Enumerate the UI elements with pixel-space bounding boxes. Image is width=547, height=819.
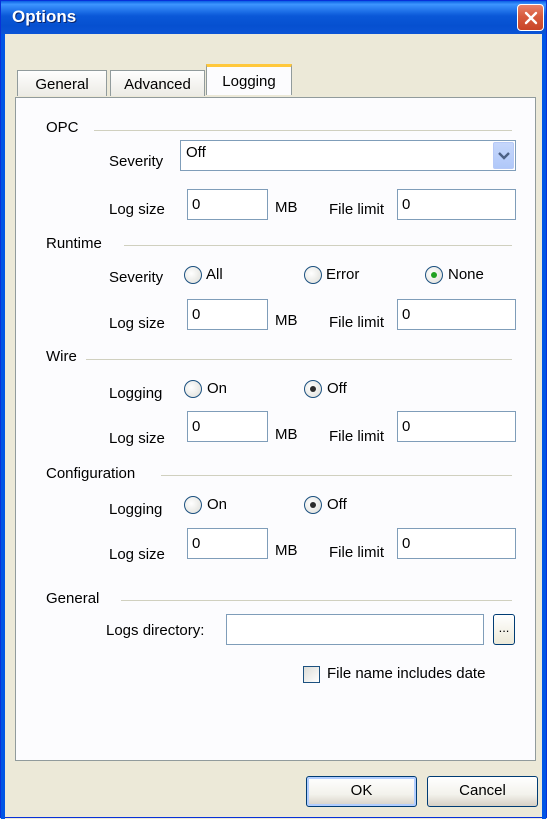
wire-logging-off-label[interactable]: Off [327, 380, 347, 397]
configuration-log-size-label: Log size [109, 546, 165, 563]
opc-severity-dropdown[interactable]: Off [180, 140, 516, 171]
file-name-date-checkbox[interactable] [303, 666, 320, 683]
tab-advanced-label: Advanced [124, 76, 191, 93]
wire-file-limit-label: File limit [329, 428, 384, 445]
wire-logging-label: Logging [109, 385, 163, 402]
section-opc-label: OPC [46, 119, 79, 136]
window-frame-right [542, 34, 546, 819]
runtime-severity-none-label[interactable]: None [448, 266, 484, 283]
opc-log-size-label: Log size [109, 201, 165, 218]
wire-logging-off-radio[interactable] [304, 380, 322, 398]
runtime-log-size-input[interactable] [187, 299, 268, 330]
wire-log-size-input[interactable] [187, 411, 268, 442]
runtime-log-size-unit: MB [275, 312, 298, 329]
chevron-down-icon[interactable] [493, 142, 514, 169]
configuration-log-size-input[interactable] [187, 528, 268, 559]
file-name-date-label[interactable]: File name includes date [327, 665, 485, 682]
section-configuration-divider [161, 475, 512, 476]
opc-log-size-input[interactable] [187, 189, 268, 220]
section-wire-divider [86, 359, 512, 360]
configuration-logging-on-label[interactable]: On [207, 496, 227, 513]
wire-log-size-label: Log size [109, 430, 165, 447]
title-bar[interactable]: Options [1, 1, 546, 34]
section-general-divider [121, 600, 512, 601]
window-frame-left [1, 34, 5, 819]
close-button[interactable] [517, 4, 544, 31]
wire-log-size-unit: MB [275, 426, 298, 443]
opc-file-limit-input[interactable] [397, 189, 516, 220]
configuration-logging-label: Logging [109, 501, 163, 518]
window-title: Options [12, 7, 77, 26]
runtime-severity-none-radio[interactable] [425, 266, 443, 284]
opc-severity-label: Severity [109, 153, 164, 170]
tab-logging-label: Logging [222, 73, 276, 90]
tab-general-label: General [35, 76, 89, 93]
section-runtime-label: Runtime [46, 235, 102, 252]
opc-log-size-unit: MB [275, 199, 298, 216]
runtime-severity-label: Severity [109, 269, 164, 286]
configuration-log-size-unit: MB [275, 542, 298, 559]
configuration-logging-off-radio[interactable] [304, 496, 322, 514]
cancel-button[interactable]: Cancel [427, 776, 538, 807]
section-wire-label: Wire [46, 348, 77, 365]
runtime-severity-error-label[interactable]: Error [326, 266, 359, 283]
runtime-severity-error-radio[interactable] [304, 266, 322, 284]
runtime-file-limit-input[interactable] [397, 299, 516, 330]
configuration-logging-off-label[interactable]: Off [327, 496, 347, 513]
tab-logging[interactable]: Logging [206, 64, 292, 95]
logs-directory-label: Logs directory: [106, 622, 205, 639]
section-runtime-divider [124, 245, 512, 246]
tab-advanced[interactable]: Advanced [110, 70, 205, 96]
runtime-severity-all-label[interactable]: All [206, 266, 223, 283]
browse-button[interactable]: ... [493, 614, 515, 645]
configuration-file-limit-input[interactable] [397, 528, 516, 559]
section-general-label: General [46, 590, 100, 607]
runtime-log-size-label: Log size [109, 315, 165, 332]
configuration-logging-on-radio[interactable] [184, 496, 202, 514]
options-dialog: Options General Advanced Logging OPC Sev… [0, 0, 547, 819]
opc-file-limit-label: File limit [329, 201, 384, 218]
section-opc-divider [94, 130, 512, 131]
tab-general[interactable]: General [17, 70, 107, 96]
wire-logging-on-label[interactable]: On [207, 380, 227, 397]
ok-button[interactable]: OK [306, 776, 417, 807]
close-icon [524, 11, 537, 24]
wire-logging-on-radio[interactable] [184, 380, 202, 398]
runtime-severity-all-radio[interactable] [184, 266, 202, 284]
wire-file-limit-input[interactable] [397, 411, 516, 442]
configuration-file-limit-label: File limit [329, 544, 384, 561]
logs-directory-input[interactable] [226, 614, 484, 645]
runtime-file-limit-label: File limit [329, 314, 384, 331]
tab-panel-logging: OPC Severity Off Log size MB File limit … [15, 97, 536, 761]
opc-severity-value: Off [186, 144, 206, 161]
section-configuration-label: Configuration [46, 465, 136, 482]
